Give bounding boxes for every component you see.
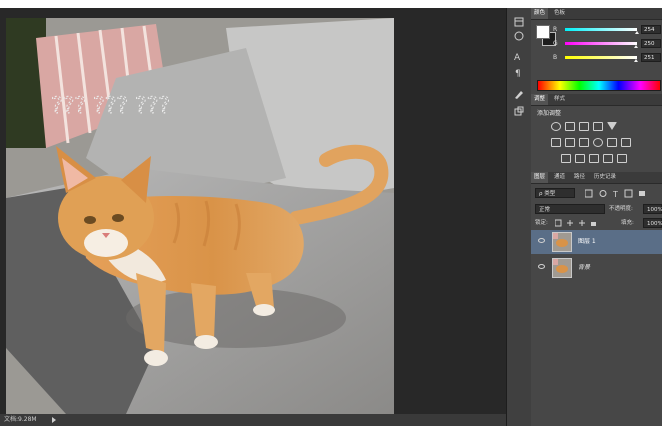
tab-channels[interactable]: 通道 [551, 172, 568, 183]
green-value-field[interactable]: 250 [641, 39, 661, 48]
svg-text:T: T [612, 190, 618, 198]
svg-text:A: A [514, 53, 521, 62]
posterize-icon[interactable] [575, 154, 585, 163]
svg-text:¶: ¶ [515, 69, 521, 78]
layers-panel-header: 图层 通道 路径 历史记录 [531, 172, 662, 184]
invert-icon[interactable] [561, 154, 571, 163]
color-spectrum-bar[interactable] [537, 80, 661, 91]
photoshop-window: ??? ??? ??? 文档:9.28M A ¶ 颜色 色板 R 254 G 2… [0, 0, 662, 433]
blue-value-field[interactable]: 251 [641, 53, 661, 62]
green-slider-label: G [553, 40, 558, 47]
fill-field[interactable]: 100% [643, 218, 662, 228]
adjustments-title: 添加调整 [537, 110, 562, 117]
opacity-field[interactable]: 100% [643, 204, 662, 214]
blue-slider[interactable]: B 251 [553, 53, 661, 62]
tab-swatches[interactable]: 色板 [551, 8, 568, 19]
threshold-icon[interactable] [589, 154, 599, 163]
red-slider-knob[interactable] [635, 31, 639, 34]
gradient-map-icon[interactable] [603, 154, 613, 163]
tab-paths[interactable]: 路径 [571, 172, 588, 183]
opacity-label: 不透明度: [609, 206, 633, 212]
green-slider-knob[interactable] [634, 45, 638, 48]
photo-filter-icon[interactable] [593, 138, 603, 147]
tab-styles[interactable]: 样式 [551, 94, 568, 105]
cat-photo[interactable]: ??? ??? ??? [6, 18, 394, 414]
hue-saturation-icon[interactable] [551, 138, 561, 147]
color-lookup-icon[interactable] [621, 138, 631, 147]
lock-icons[interactable] [555, 219, 605, 227]
curves-icon[interactable] [579, 122, 589, 131]
document-canvas-area[interactable]: ??? ??? ??? 文档:9.28M [0, 8, 506, 426]
visibility-eye-icon[interactable] [538, 238, 545, 243]
selective-color-icon[interactable] [617, 154, 627, 163]
tab-layers[interactable]: 图层 [531, 172, 549, 183]
black-white-icon[interactable] [579, 138, 589, 147]
blue-slider-label: B [553, 54, 558, 61]
adjustments-panel-header: 调整 样式 [531, 94, 662, 106]
levels-icon[interactable] [565, 122, 575, 131]
color-balance-icon[interactable] [565, 138, 575, 147]
green-slider[interactable]: G 250 [553, 39, 661, 48]
panel-icon-strip: A ¶ [506, 8, 532, 426]
document-size-info: 文档:9.28M [4, 416, 37, 423]
red-slider-label: R [553, 26, 558, 33]
fill-label: 填充: [621, 220, 634, 226]
watermark-text: ??? ??? ??? [51, 94, 170, 119]
clone-source-icon[interactable] [513, 106, 525, 118]
status-arrow-icon[interactable] [52, 417, 56, 423]
lock-label: 锁定: [535, 220, 548, 226]
layer-thumbnail [552, 258, 572, 278]
history-icon[interactable] [513, 16, 525, 28]
layer-name[interactable]: 图层 1 [578, 230, 596, 254]
character-icon[interactable]: A [513, 50, 525, 62]
workspace: ??? ??? ??? 文档:9.28M A ¶ 颜色 色板 R 254 G 2… [0, 8, 662, 426]
red-slider[interactable]: R 254 [553, 25, 661, 34]
blend-mode-select[interactable]: 正常 [535, 204, 605, 214]
layer-row[interactable]: 背景 [531, 256, 662, 280]
foreground-color-swatch[interactable] [536, 25, 550, 39]
blue-slider-knob[interactable] [634, 59, 638, 62]
tab-adjustments[interactable]: 调整 [531, 94, 549, 105]
vibrance-icon[interactable] [607, 122, 617, 130]
channel-mixer-icon[interactable] [607, 138, 617, 147]
layers-filter-row: ρ 类型 T [535, 188, 659, 199]
red-slider-track[interactable] [565, 28, 637, 31]
brightness-icon[interactable] [551, 122, 561, 131]
layer-thumbnail [552, 232, 572, 252]
right-panels: 颜色 色板 R 254 G 250 B 251 调整 样式 添加调整 图层 通道… [531, 8, 662, 426]
color-panel-header: 颜色 色板 [531, 8, 662, 20]
brush-presets-icon[interactable] [513, 88, 525, 100]
visibility-eye-icon[interactable] [538, 264, 545, 269]
layer-filter-icons[interactable]: T [585, 189, 655, 198]
actions-icon[interactable] [513, 30, 525, 42]
layer-name[interactable]: 背景 [578, 256, 590, 280]
layer-kind-filter[interactable]: ρ 类型 [535, 188, 575, 198]
tab-history[interactable]: 历史记录 [591, 172, 619, 183]
green-slider-track[interactable] [565, 42, 637, 45]
blue-slider-track[interactable] [565, 56, 637, 59]
tab-color[interactable]: 颜色 [531, 8, 549, 19]
paragraph-icon[interactable]: ¶ [513, 66, 525, 78]
red-value-field[interactable]: 254 [641, 25, 661, 34]
layer-row[interactable]: 图层 1 [531, 230, 662, 254]
exposure-icon[interactable] [593, 122, 603, 131]
status-bar: 文档:9.28M [0, 414, 506, 426]
